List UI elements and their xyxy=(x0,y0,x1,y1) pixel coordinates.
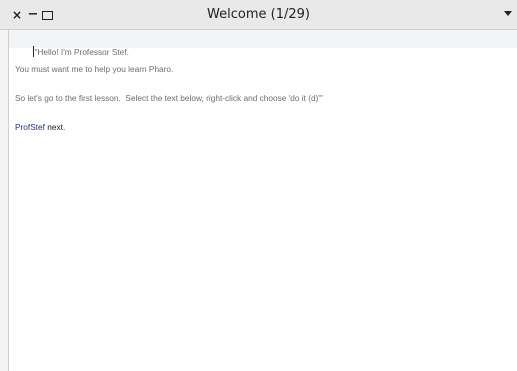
code-line: You must want me to help you learn Pharo… xyxy=(15,63,513,75)
maximize-button[interactable] xyxy=(42,11,53,20)
code-text[interactable]: "Hello! I'm Professor Stef. You must wan… xyxy=(15,33,513,133)
comment-line-2: You must want me to help you learn Pharo… xyxy=(15,64,174,74)
close-button[interactable]: × xyxy=(11,7,23,23)
window-titlebar[interactable]: × − Welcome (1/29) xyxy=(0,0,517,30)
code-line: So let's go to the first lesson. Select … xyxy=(15,92,513,104)
comment-line-3: So let's go to the first lesson. Select … xyxy=(15,93,323,103)
code-receiver: ProfStef xyxy=(15,122,45,132)
comment-line-1: "Hello! I'm Professor Stef. xyxy=(34,47,129,57)
code-editor[interactable]: "Hello! I'm Professor Stef. You must wan… xyxy=(8,30,517,371)
welcome-window: × − Welcome (1/29) "Hello! I'm Professor… xyxy=(0,0,517,371)
window-title: Welcome (1/29) xyxy=(207,7,310,22)
left-gutter xyxy=(0,30,8,371)
minimize-button[interactable]: − xyxy=(27,7,39,23)
code-line: "Hello! I'm Professor Stef. xyxy=(15,34,513,57)
code-message: next. xyxy=(44,122,66,132)
code-statement[interactable]: ProfStef next. xyxy=(15,121,513,133)
chevron-down-icon[interactable] xyxy=(504,11,512,16)
